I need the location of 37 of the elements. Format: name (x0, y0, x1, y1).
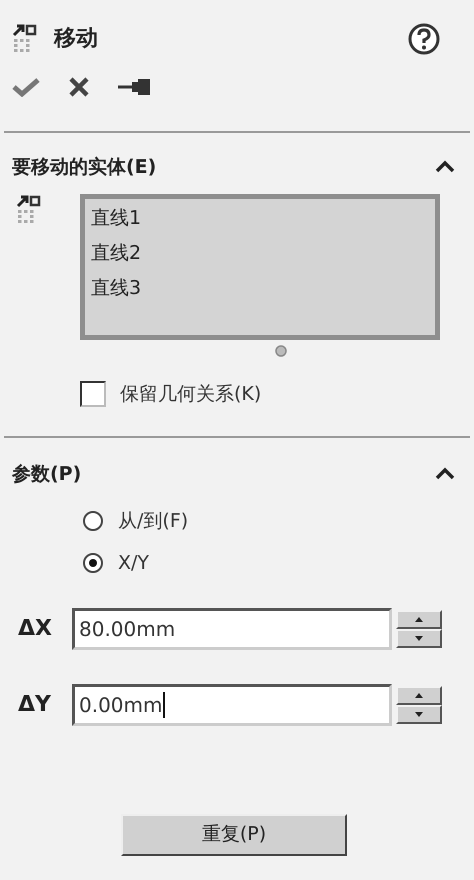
field-label: ΔY (18, 691, 52, 719)
triangle-up-icon (415, 692, 423, 698)
move-icon (16, 194, 42, 226)
spin-down-button[interactable] (396, 704, 442, 724)
panel-title: 移动 (54, 25, 98, 53)
close-icon[interactable] (68, 77, 90, 97)
section-title: 要移动的实体(E) (12, 155, 156, 180)
section-title: 参数(P) (12, 462, 82, 487)
field-value: 0.00mm (79, 692, 162, 718)
triangle-down-icon (415, 636, 423, 640)
radio-button[interactable] (82, 510, 104, 532)
entity-item[interactable]: 直线1 (91, 200, 429, 236)
radio-button[interactable] (82, 552, 104, 574)
help-icon[interactable] (408, 22, 440, 54)
repeat-button[interactable]: 重复(P) (121, 814, 347, 856)
spin-up-button[interactable] (396, 686, 442, 704)
collapse-icon[interactable] (434, 160, 456, 174)
confirm-icon[interactable] (12, 77, 40, 97)
radio-label: X/Y (118, 551, 150, 576)
spin-up-button[interactable] (396, 610, 442, 628)
triangle-down-icon (415, 712, 423, 716)
field-value: 80.00mm (79, 616, 176, 642)
entity-item[interactable]: 直线3 (91, 270, 429, 306)
checkbox-label: 保留几何关系(K) (120, 382, 262, 406)
entity-list[interactable]: 直线1 直线2 直线3 (80, 194, 440, 340)
collapse-icon[interactable] (434, 467, 456, 482)
move-icon (12, 22, 38, 54)
value-field[interactable]: 0.00mm (72, 684, 392, 726)
spin-down-button[interactable] (396, 628, 442, 648)
pin-icon[interactable] (118, 77, 152, 97)
field-label: ΔX (18, 615, 53, 643)
value-field[interactable]: 80.00mm (72, 608, 392, 650)
resize-handle-icon[interactable] (274, 344, 288, 358)
radio-label: 从/到(F) (118, 508, 188, 534)
entity-item[interactable]: 直线2 (91, 236, 429, 270)
checkbox[interactable] (80, 380, 106, 407)
triangle-up-icon (415, 616, 423, 622)
